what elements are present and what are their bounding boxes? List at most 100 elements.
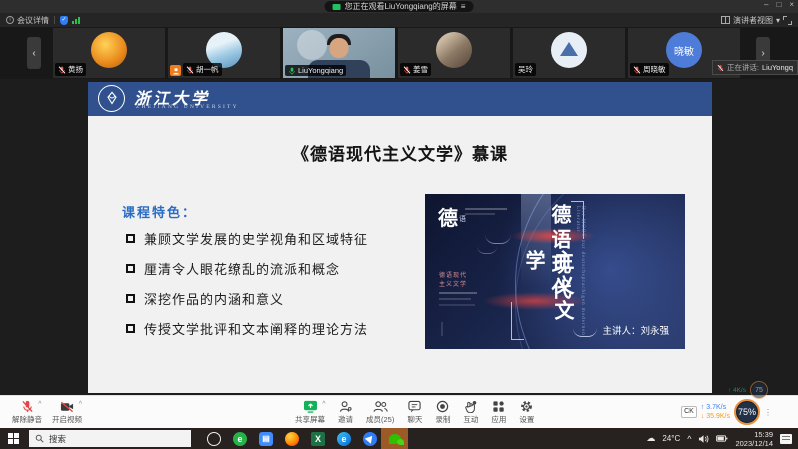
participant-tile[interactable]: 胡一帆 (168, 28, 280, 78)
meeting-menubar: i 会议详情 ✓ 演讲者视图 ▾ (0, 13, 798, 27)
docs-app-icon[interactable] (363, 432, 377, 446)
avatar (91, 32, 127, 68)
participant-strip: ‹ 黄扬 胡一帆 LiuYongq (0, 27, 798, 79)
participant-label: 黄扬 (55, 63, 86, 76)
bullet-item: 深挖作品的内涵和意义 (126, 289, 284, 308)
participant-tile-speaking[interactable]: LiuYongqiang (283, 28, 395, 78)
shared-screen-area: 浙江大学 ZHEJIANG UNIVERSITY 《德语现代主义文学》慕课 课程… (0, 79, 798, 395)
mic-muted-icon (21, 400, 34, 413)
clock[interactable]: 15:39 2023/12/14 (735, 430, 773, 448)
action-center-icon[interactable] (780, 434, 792, 444)
participant-label: 周晓敏 (630, 63, 669, 76)
section-heading: 课程特色： (122, 202, 197, 221)
participant-tile[interactable]: 黄扬 (53, 28, 165, 78)
browser-360-icon[interactable]: e (233, 432, 247, 446)
participant-label: LiuYongqiang (285, 65, 346, 76)
speaking-name: LiuYongq (762, 63, 793, 72)
course-cover-image: 德语现代 主义文学 Der MOOC zur deutschsprachigen… (425, 194, 685, 349)
slide-header-bar: 浙江大学 ZHEJIANG UNIVERSITY (88, 82, 712, 116)
more-icon[interactable]: ⋮ (764, 408, 772, 417)
cover-left-line2: 主义文学 (439, 279, 467, 288)
volume-icon[interactable] (698, 434, 709, 444)
weather-icon[interactable]: ☁ (646, 433, 655, 444)
fullscreen-icon[interactable] (783, 16, 792, 25)
strip-prev-button[interactable]: ‹ (27, 37, 41, 69)
host-badge-icon (170, 65, 181, 76)
view-mode-switcher[interactable]: 演讲者视图 ▾ (721, 15, 792, 26)
decorative-arc (573, 328, 597, 337)
battery-percent-ball[interactable]: 75% (734, 399, 760, 425)
cover-small-char: 语 (459, 214, 466, 224)
edge-browser-icon[interactable]: e (337, 432, 351, 446)
system-tray: ☁ 24°C ^ 15:39 2023/12/14 (646, 430, 798, 448)
speaking-indicator: 正在讲话: LiuYongq (712, 60, 798, 75)
square-bullet-icon (126, 264, 135, 273)
layout-icon (721, 16, 730, 24)
avatar (436, 32, 472, 68)
firefox-icon[interactable] (285, 432, 299, 446)
meeting-details-link[interactable]: 会议详情 (17, 15, 49, 26)
avatar (551, 32, 587, 68)
participant-tile[interactable]: 吴玲 (513, 28, 625, 78)
square-bullet-icon (126, 294, 135, 303)
pc-manager-icon[interactable]: ▤ (259, 432, 273, 446)
share-screen-icon (303, 400, 318, 413)
zhejiang-university-logo-icon (98, 85, 125, 112)
university-name-en: ZHEJIANG UNIVERSITY (136, 104, 239, 110)
square-bullet-icon (126, 234, 135, 243)
maximize-button[interactable]: □ (776, 0, 781, 9)
screen-share-icon (333, 4, 341, 10)
window-titlebar: 您正在观看LiuYongqiang的屏幕 ≡ – □ × (0, 0, 798, 13)
square-bullet-icon (126, 324, 135, 333)
watching-text: 您正在观看LiuYongqiang的屏幕 (345, 1, 457, 12)
avatar: 晓敏 (666, 32, 702, 68)
divider (54, 16, 55, 24)
cortana-icon[interactable] (207, 432, 221, 446)
battery-ball: 75 (750, 381, 768, 399)
slide-title: 《德语现代主义文学》慕课 (88, 140, 712, 165)
mic-muted-icon (186, 66, 194, 74)
banner-menu-icon[interactable]: ≡ (461, 2, 466, 11)
security-shield-icon[interactable]: ✓ (60, 16, 68, 25)
start-video-button[interactable]: ^ 开启视频 (52, 399, 82, 425)
meeting-toolbar: ^ 解除静音 ^ 开启视频 ^ 共享屏幕 邀请 (0, 395, 798, 428)
camera-off-icon (60, 400, 74, 413)
mic-muted-icon (58, 66, 66, 74)
members-icon (373, 400, 388, 413)
cover-presenter: 主讲人：刘永强 (573, 323, 669, 337)
mic-muted-icon (717, 64, 724, 72)
speaking-prefix: 正在讲话: (727, 62, 759, 73)
network-signal-icon (72, 17, 80, 24)
bullet-item: 兼顾文学发展的史学视角和区域特征 (126, 229, 368, 248)
mic-muted-icon (403, 66, 411, 74)
minimize-button[interactable]: – (764, 0, 768, 9)
mic-on-icon (288, 67, 296, 75)
net-speeds: ↑ 3.7K/s ↓ 35.9K/s (701, 403, 730, 421)
unmute-button[interactable]: ^ 解除静音 (12, 399, 42, 425)
start-button[interactable] (8, 433, 20, 445)
tray-expand-icon[interactable]: ^ (687, 434, 691, 444)
participant-label: 吴玲 (515, 63, 536, 76)
meeting-window: 您正在观看LiuYongqiang的屏幕 ≡ – □ × i 会议详情 ✓ 演讲… (0, 0, 798, 449)
apps-icon (492, 400, 505, 413)
temperature[interactable]: 24°C (662, 434, 680, 443)
windows-taskbar: 搜索 e ▤ X e ☁ 24°C ^ 15:39 2023/12/14 (0, 428, 798, 449)
mic-muted-icon (633, 66, 641, 74)
dropdown-icon: ▾ (776, 16, 780, 25)
excel-icon[interactable]: X (311, 432, 325, 446)
net-speed-widget[interactable]: CK ↑ 3.7K/s ↓ 35.9K/s 75% ⋮ (681, 399, 772, 425)
bullet-item: 厘清令人眼花缭乱的流派和概念 (126, 259, 340, 278)
interaction-icon (464, 400, 477, 413)
taskbar-search-input[interactable]: 搜索 (29, 430, 191, 447)
wechat-taskbar-button[interactable] (381, 428, 408, 449)
battery-icon[interactable] (716, 434, 728, 443)
participant-tile[interactable]: 姜雪 (398, 28, 510, 78)
widget-ck-label: CK (681, 406, 697, 418)
record-icon (436, 400, 449, 413)
close-button[interactable]: × (789, 0, 794, 9)
gear-icon (520, 400, 533, 413)
participant-label: 胡一帆 (183, 63, 222, 76)
net-speed-widget-ghost: ↑ 4K/s 75 (728, 381, 768, 399)
wechat-icon (389, 434, 401, 444)
watching-banner: 您正在观看LiuYongqiang的屏幕 ≡ (325, 1, 474, 12)
